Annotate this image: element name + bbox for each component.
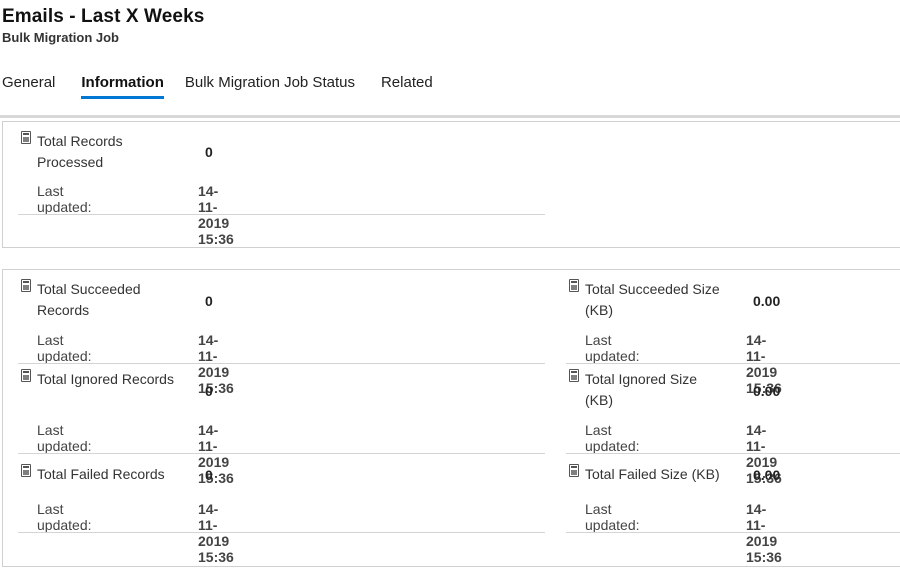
field-value: 0.00 — [753, 467, 781, 483]
field-value: 0 — [205, 293, 213, 309]
last-updated-label: Last updated: — [37, 332, 92, 364]
field-label: Total Failed Size (KB) — [585, 466, 720, 482]
form-header: Emails - Last X Weeks Bulk Migration Job — [2, 6, 204, 45]
last-updated-value: 14-11-2019 15:36 — [198, 183, 234, 247]
last-updated-label: Last updated: — [37, 183, 92, 215]
field-divider — [18, 532, 545, 533]
last-updated-label: Last updated: — [37, 422, 92, 454]
calculator-icon — [569, 464, 579, 477]
entity-name: Bulk Migration Job — [2, 30, 119, 45]
field-divider — [18, 363, 545, 364]
field-value: 0.00 — [753, 383, 781, 399]
calculator-icon — [21, 464, 31, 477]
tab-information[interactable]: Information — [81, 72, 164, 99]
tab-related[interactable]: Related — [381, 72, 433, 97]
calculator-icon — [569, 279, 579, 292]
last-updated-value: 14-11-2019 15:36 — [198, 501, 234, 565]
field-label: Total Ignored Size (KB) — [585, 371, 698, 408]
field-divider — [18, 453, 545, 454]
calculator-icon — [21, 131, 31, 144]
calculator-icon — [21, 279, 31, 292]
field-label: Total Succeeded Size (KB) — [585, 281, 720, 318]
field-value: 0 — [205, 467, 213, 483]
tab-general[interactable]: General — [2, 72, 55, 97]
field-value: 0.00 — [753, 293, 781, 309]
section-records-processed: Total Records Processed 0 Last updated: … — [2, 121, 900, 248]
last-updated-label: Last updated: — [585, 501, 640, 533]
field-label: Total Failed Records — [37, 466, 165, 482]
field-divider — [18, 214, 545, 215]
last-updated-label: Last updated: — [37, 501, 92, 533]
field-value: 0 — [205, 383, 213, 399]
field-divider — [566, 453, 900, 454]
field-value: 0 — [205, 144, 213, 160]
tabs-divider — [0, 115, 900, 118]
last-updated-label: Last updated: — [585, 422, 640, 454]
calculator-icon — [569, 369, 579, 382]
last-updated-value: 14-11-2019 15:36 — [198, 332, 234, 396]
last-updated-label: Last updated: — [585, 332, 640, 364]
last-updated-value: 14-11-2019 15:36 — [198, 422, 234, 486]
field-divider — [566, 532, 900, 533]
field-label: Total Records Processed — [37, 133, 123, 170]
field-label: Total Succeeded Records — [37, 281, 141, 318]
last-updated-value: 14-11-2019 15:36 — [746, 501, 782, 565]
field-label: Total Ignored Records — [37, 371, 174, 387]
record-title: Emails - Last X Weeks — [2, 6, 205, 27]
tab-bulk-migration-job-status[interactable]: Bulk Migration Job Status — [185, 72, 355, 97]
section-record-totals: Total Succeeded Records 0 Last updated: … — [2, 269, 900, 567]
tab-list: General Information Bulk Migration Job S… — [2, 72, 459, 99]
field-divider — [566, 363, 900, 364]
calculator-icon — [21, 369, 31, 382]
